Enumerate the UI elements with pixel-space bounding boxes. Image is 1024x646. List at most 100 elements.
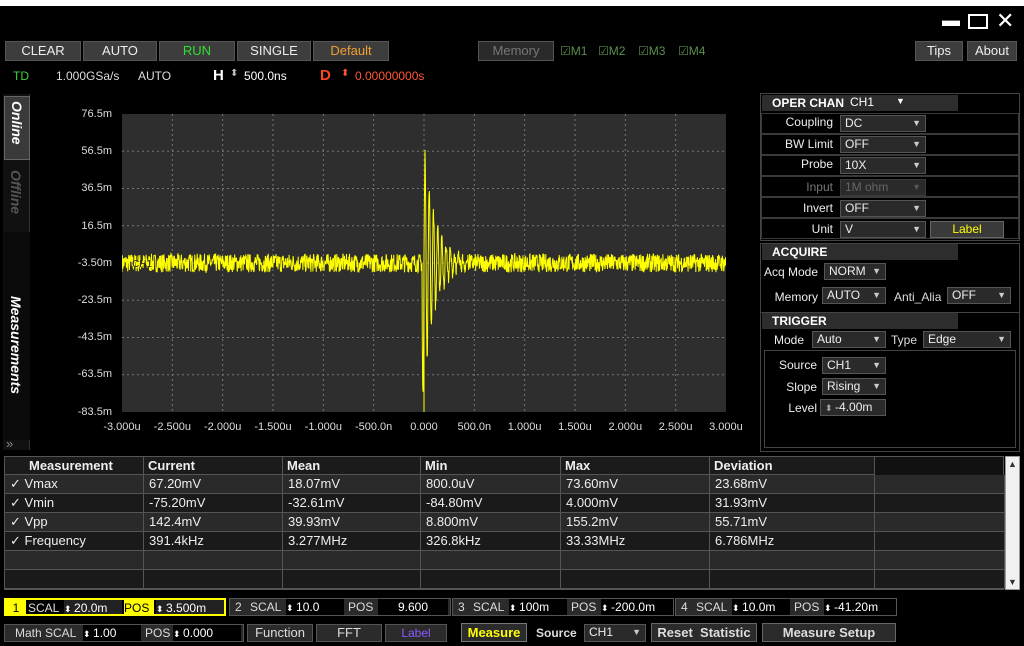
ch1-number[interactable]: 1 xyxy=(6,600,26,615)
check-icon[interactable]: ✓ xyxy=(10,476,25,491)
ch1-pos-stepper[interactable]: ⬍ 3.500m xyxy=(156,600,224,615)
trigger-mode-select[interactable]: Auto ▼ xyxy=(812,331,886,348)
table-cell: 39.93mV xyxy=(283,513,421,532)
tab-measurements[interactable]: Measurements xyxy=(4,232,30,440)
level-label: Level xyxy=(788,401,817,415)
h-spin-icon[interactable]: ⬍ xyxy=(230,68,238,79)
m2-checkbox[interactable]: ☑M2 xyxy=(598,44,625,58)
clear-button[interactable]: CLEAR xyxy=(5,41,81,61)
memory-select[interactable]: AUTO ▼ xyxy=(822,287,886,304)
table-row[interactable]: ✓ Frequency 391.4kHz 3.277MHz 326.8kHz 33.33… xyxy=(5,532,1005,551)
maximize-icon[interactable] xyxy=(968,14,988,29)
coupling-select[interactable]: DC ▼ xyxy=(840,115,926,132)
empty-cell xyxy=(561,551,710,570)
ch4-scal-stepper[interactable]: ⬍ 10.0m xyxy=(732,599,790,615)
expand-icon[interactable]: » xyxy=(6,436,13,451)
table-row[interactable] xyxy=(5,570,1005,589)
trigger-type-select[interactable]: Edge ▼ xyxy=(923,331,1011,348)
m1-checkbox[interactable]: ☑M1 xyxy=(560,44,587,58)
measure-setup-button[interactable]: Measure Setup xyxy=(762,623,896,642)
x-tick-label: -2.000u xyxy=(204,421,242,433)
empty-cell xyxy=(283,570,421,589)
ch2-controls: 2 SCAL ⬍ 10.0 POS 9.600 xyxy=(229,598,451,616)
empty-cell xyxy=(875,532,1005,551)
ch3-pos-stepper[interactable]: ⬍ -200.0m xyxy=(601,599,673,615)
math-scal-stepper[interactable]: ⬍ 1.00 xyxy=(83,625,141,641)
waveform-display[interactable]: CH1 xyxy=(122,114,726,412)
ch2-number[interactable]: 2 xyxy=(235,599,242,615)
h-value[interactable]: 500.0ns xyxy=(244,69,287,83)
single-button[interactable]: SINGLE xyxy=(237,41,311,61)
col-header-max[interactable]: Max xyxy=(561,457,710,475)
scroll-down-icon[interactable]: ▼ xyxy=(1006,577,1019,587)
ch3-scal-label: SCAL xyxy=(473,600,505,614)
col-header-current[interactable]: Current xyxy=(144,457,283,475)
trigger-source-select[interactable]: CH1 ▼ xyxy=(822,357,886,374)
d-value[interactable]: 0.00000000s xyxy=(355,69,424,83)
table-row[interactable]: ✓ Vmax 67.20mV 18.07mV 800.0uV 73.60mV 23.68m… xyxy=(5,475,1005,494)
table-row[interactable]: ✓ Vmin -75.20mV -32.61mV -84.80mV 4.000mV 31.… xyxy=(5,494,1005,513)
y-tick-label: -83.5m xyxy=(77,405,112,418)
ch2-pos-label: POS xyxy=(348,600,374,614)
acq-mode-label: Acq Mode xyxy=(763,265,818,279)
d-spin-icon[interactable]: ⬍ xyxy=(341,68,349,79)
default-button[interactable]: Default xyxy=(313,41,389,61)
col-header-measurement[interactable]: Measurement xyxy=(5,457,144,475)
check-icon[interactable]: ✓ xyxy=(10,495,25,510)
memory-button[interactable]: Memory xyxy=(478,41,554,61)
oper-chan-select[interactable]: CH1 ▼ xyxy=(850,95,910,109)
m4-checkbox[interactable]: ☑M4 xyxy=(678,44,705,58)
x-tick-label: 2.500u xyxy=(658,421,693,433)
ch4-pos-stepper[interactable]: ⬍ -41.20m xyxy=(824,599,896,615)
ch1-scal-stepper[interactable]: ⬍ 20.0m xyxy=(64,600,122,615)
measure-source-select[interactable]: CH1 ▼ xyxy=(584,624,646,642)
invert-select[interactable]: OFF ▼ xyxy=(840,200,926,217)
check-icon[interactable]: ✓ xyxy=(10,514,25,529)
scroll-up-icon[interactable]: ▲ xyxy=(1006,459,1019,469)
function-button[interactable]: Function xyxy=(247,624,313,642)
col-header-min[interactable]: Min xyxy=(421,457,561,475)
channel-marker[interactable]: CH1 xyxy=(132,259,152,270)
ch4-number[interactable]: 4 xyxy=(681,599,688,615)
acq-mode-select[interactable]: NORM ▼ xyxy=(824,263,886,280)
y-tick-label: -43.5m xyxy=(77,331,112,344)
minimize-icon[interactable]: ▬ xyxy=(942,10,960,31)
ch3-pos-label: POS xyxy=(571,600,597,614)
ch3-scal-stepper[interactable]: ⬍ 100m xyxy=(509,599,567,615)
ch2-scal-stepper[interactable]: ⬍ 10.0 xyxy=(286,599,344,615)
about-button[interactable]: About xyxy=(967,41,1017,61)
reset-statistic-button[interactable]: Reset Statistic xyxy=(651,623,757,642)
close-icon[interactable]: ✕ xyxy=(996,8,1014,34)
math-pos-stepper[interactable]: ⬍ 0.000 xyxy=(173,625,241,641)
h-label: H xyxy=(213,67,224,84)
tips-button[interactable]: Tips xyxy=(915,41,963,61)
run-button[interactable]: RUN xyxy=(159,41,235,61)
auto-button[interactable]: AUTO xyxy=(83,41,157,61)
ch2-pos-stepper[interactable]: 9.600 xyxy=(378,599,448,615)
col-header-mean[interactable]: Mean xyxy=(283,457,421,475)
y-tick-label: -63.5m xyxy=(77,368,112,381)
unit-select[interactable]: V ▼ xyxy=(840,221,926,238)
table-scrollbar[interactable]: ▲ ▼ xyxy=(1005,456,1020,590)
table-row[interactable] xyxy=(5,551,1005,570)
table-cell: -75.20mV xyxy=(144,494,283,513)
tab-online[interactable]: Online xyxy=(4,96,30,160)
level-stepper[interactable]: ⬍ -4.00m xyxy=(820,399,886,416)
acq-status: AUTO xyxy=(138,69,172,83)
col-header-deviation[interactable]: Deviation xyxy=(710,457,875,475)
table-cell: 73.60mV xyxy=(561,475,710,494)
fft-button[interactable]: FFT xyxy=(316,624,382,642)
bw-select[interactable]: OFF ▼ xyxy=(840,136,926,153)
anti-alia-select[interactable]: OFF ▼ xyxy=(947,287,1011,304)
probe-select[interactable]: 10X ▼ xyxy=(840,157,926,174)
math-label-button[interactable]: Label xyxy=(385,624,447,642)
measure-button[interactable]: Measure xyxy=(461,623,527,642)
slope-select[interactable]: Rising ▼ xyxy=(822,378,886,395)
measurement-name: Vpp xyxy=(24,514,48,529)
ch3-number[interactable]: 3 xyxy=(458,599,465,615)
m3-checkbox[interactable]: ☑M3 xyxy=(638,44,665,58)
tab-offline[interactable]: Offline xyxy=(4,164,30,228)
label-button[interactable]: Label xyxy=(930,221,1004,238)
table-row[interactable]: ✓ Vpp 142.4mV 39.93mV 8.800mV 155.2mV 55.71mV xyxy=(5,513,1005,532)
check-icon[interactable]: ✓ xyxy=(10,533,25,548)
